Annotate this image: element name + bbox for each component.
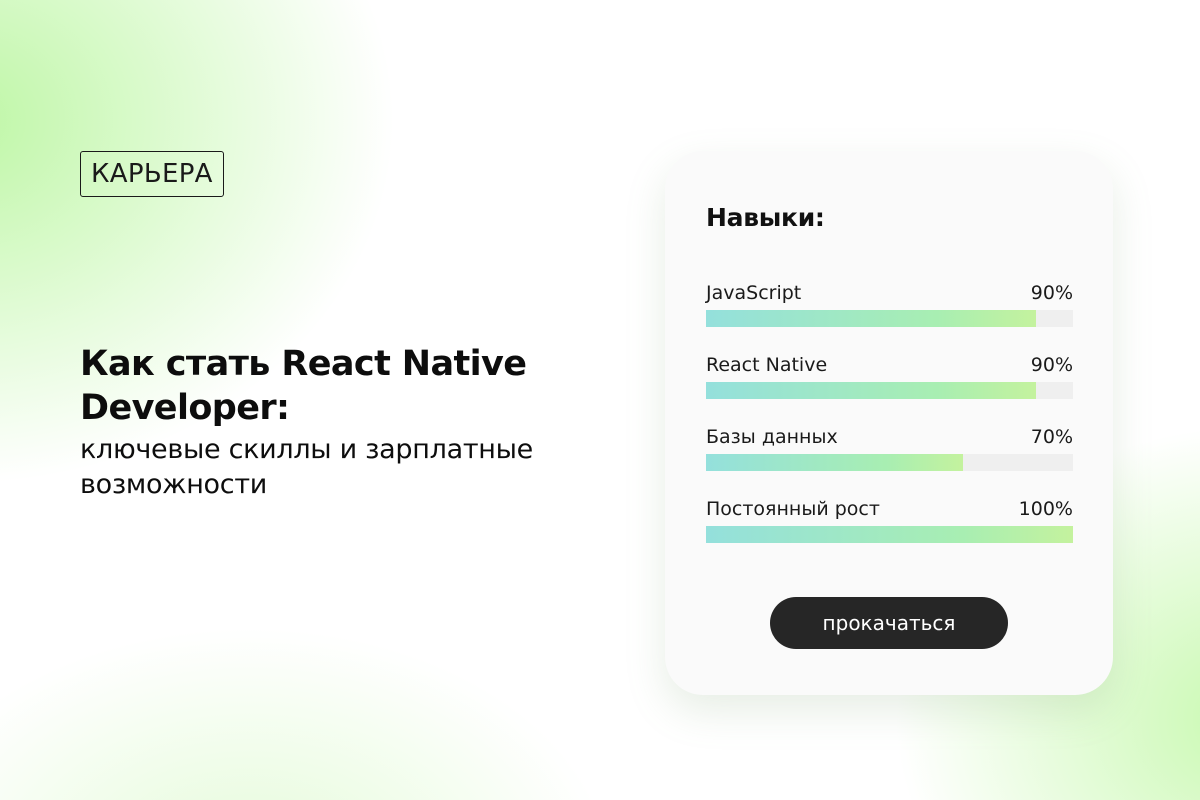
skill-percent: 90% xyxy=(1030,282,1073,304)
progress-fill xyxy=(706,310,1037,327)
progress-track xyxy=(706,454,1073,471)
progress-fill xyxy=(706,382,1037,399)
skill-label: React Native xyxy=(706,354,828,376)
skill-percent: 90% xyxy=(1030,354,1073,376)
headline: Как стать React Native Developer: ключев… xyxy=(80,342,560,502)
headline-sub: ключевые скиллы и зарплатные возможности xyxy=(80,434,533,500)
skill-header: React Native 90% xyxy=(706,353,1073,377)
skill-label: Базы данных xyxy=(706,426,838,448)
skills-list: JavaScript 90% React Native 90% Базы дан… xyxy=(706,281,1073,569)
skill-label: JavaScript xyxy=(706,282,802,304)
card-title: Навыки: xyxy=(706,203,825,232)
skill-label: Постоянный рост xyxy=(706,498,880,520)
level-up-button[interactable]: прокачаться xyxy=(770,597,1008,649)
skill-item: Постоянный рост 100% xyxy=(706,497,1073,543)
category-tag: КАРЬЕРА xyxy=(80,151,224,197)
skill-percent: 100% xyxy=(1018,498,1073,520)
skills-card: Навыки: JavaScript 90% React Native 90% … xyxy=(665,151,1113,695)
skill-header: JavaScript 90% xyxy=(706,281,1073,305)
headline-main: Как стать React Native Developer: xyxy=(80,344,527,428)
skill-header: Базы данных 70% xyxy=(706,425,1073,449)
progress-track xyxy=(706,310,1073,327)
skill-header: Постоянный рост 100% xyxy=(706,497,1073,521)
skill-item: Базы данных 70% xyxy=(706,425,1073,471)
progress-fill xyxy=(706,454,963,471)
progress-track xyxy=(706,526,1073,543)
progress-fill xyxy=(706,526,1073,543)
skill-item: React Native 90% xyxy=(706,353,1073,399)
progress-track xyxy=(706,382,1073,399)
skill-percent: 70% xyxy=(1030,426,1073,448)
skill-item: JavaScript 90% xyxy=(706,281,1073,327)
